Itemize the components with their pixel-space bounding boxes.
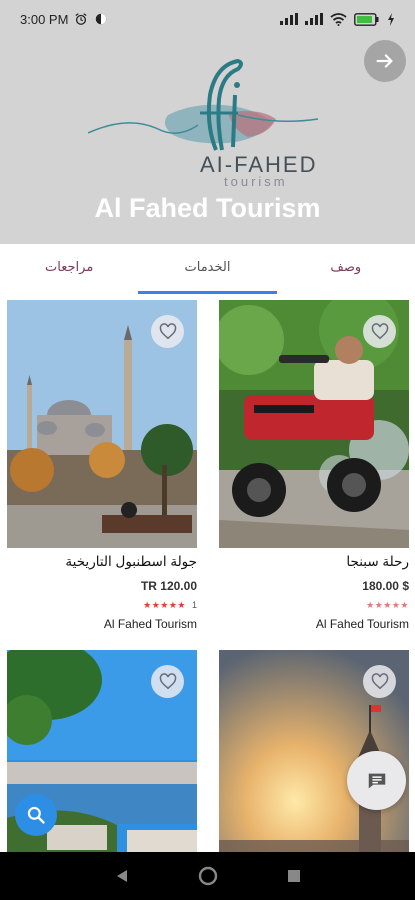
card-image[interactable] — [219, 300, 409, 548]
card-vendor: Al Fahed Tourism — [103, 617, 197, 631]
card-image[interactable] — [7, 300, 197, 548]
card-title: جولة اسطنبول التاريخية — [65, 554, 197, 569]
charging-icon — [388, 12, 394, 26]
rating-stars: ★★★★★ — [143, 599, 186, 610]
logo-subtext: tourism — [224, 174, 288, 189]
home-circle-icon[interactable] — [198, 866, 218, 886]
signal-icon — [280, 13, 298, 25]
status-bar: 3:00 PM — [0, 0, 415, 38]
back-button[interactable] — [364, 40, 406, 82]
alarm-icon — [75, 13, 88, 25]
recents-square-icon[interactable] — [287, 869, 301, 883]
tab-description[interactable]: وصف — [277, 244, 415, 294]
chat-icon — [368, 773, 385, 788]
favorite-button[interactable] — [151, 315, 184, 348]
service-card[interactable]: رحلة سبنجا 180.00 $ ★★★★★ Al Fahed Touri… — [219, 300, 409, 631]
status-time: 3:00 PM — [20, 11, 69, 27]
rating-stars: ★★★★★ — [366, 599, 409, 610]
chat-button[interactable] — [347, 751, 406, 810]
system-nav-bar — [0, 852, 415, 900]
rating-count: 1 — [191, 600, 197, 610]
vpn-icon — [96, 13, 107, 25]
heart-icon — [159, 323, 176, 340]
heart-icon — [371, 673, 388, 690]
arrow-right-icon — [376, 54, 393, 68]
page-title: Al Fahed Tourism — [94, 193, 321, 223]
heart-icon — [371, 323, 388, 340]
card-title: رحلة سبنجا — [346, 554, 409, 569]
back-triangle-icon[interactable] — [114, 868, 130, 884]
search-button[interactable] — [15, 794, 57, 836]
battery-icon — [354, 12, 379, 26]
favorite-button[interactable] — [363, 315, 396, 348]
tab-bar: مراجعات الخدمات وصف — [0, 244, 415, 294]
card-price: TR 120.00 — [140, 579, 197, 593]
card-vendor: Al Fahed Tourism — [315, 617, 409, 631]
heart-icon — [159, 673, 176, 690]
favorite-button[interactable] — [151, 665, 184, 698]
tab-reviews[interactable]: مراجعات — [0, 244, 138, 294]
card-price: 180.00 $ — [362, 579, 409, 593]
wifi-icon — [330, 12, 347, 26]
card-rating: ★★★★★ 1 — [7, 599, 197, 611]
favorite-button[interactable] — [363, 665, 396, 698]
signal-icon — [305, 13, 323, 25]
card-rating: ★★★★★ — [219, 599, 409, 611]
tab-services[interactable]: الخدمات — [138, 244, 277, 294]
service-card[interactable]: جولة اسطنبول التاريخية TR 120.00 ★★★★★ 1… — [7, 300, 197, 631]
search-icon — [27, 806, 45, 824]
